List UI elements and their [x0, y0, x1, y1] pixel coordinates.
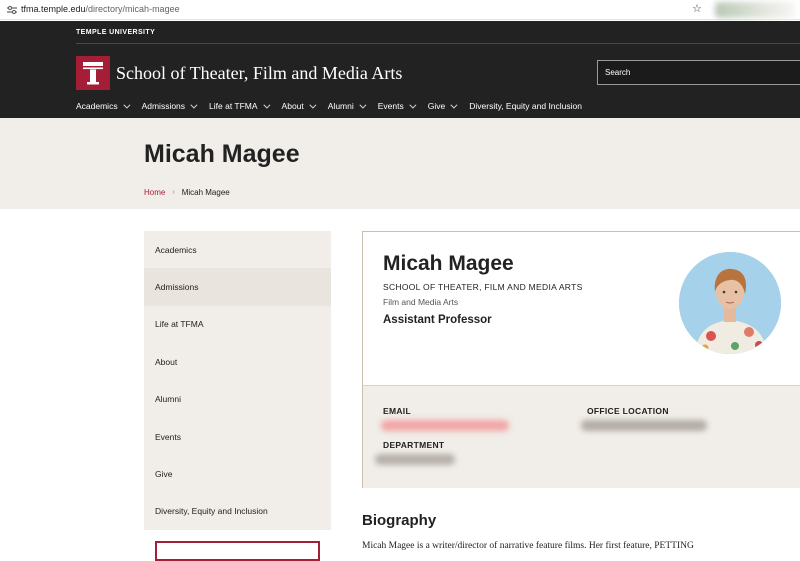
- nav-item-label: Life at TFMA: [209, 101, 258, 111]
- temple-t-logo[interactable]: [76, 56, 110, 90]
- nav-item-label: Admissions: [141, 101, 186, 111]
- breadcrumb: Home › Micah Magee: [144, 188, 230, 197]
- url-path: /directory/micah-magee: [85, 4, 180, 14]
- tune-icon[interactable]: [6, 4, 18, 16]
- nav-item-events[interactable]: Events: [377, 101, 417, 111]
- office-location-redacted: [581, 420, 707, 431]
- chevron-down-icon: [309, 101, 317, 109]
- breadcrumb-current: Micah Magee: [181, 188, 230, 197]
- nav-item-label: Give: [427, 101, 446, 111]
- chevron-down-icon: [409, 101, 417, 109]
- chevron-down-icon: [359, 101, 367, 109]
- nav-item-label: Academics: [76, 101, 118, 111]
- school-name[interactable]: School of Theater, Film and Media Arts: [116, 63, 402, 84]
- sidebar-item-about[interactable]: About: [144, 343, 331, 380]
- site-header: TEMPLE UNIVERSITY School of Theater, Fil…: [0, 21, 800, 118]
- nav-item-academics[interactable]: Academics: [76, 101, 131, 111]
- profile-card: Micah Magee SCHOOL OF THEATER, FILM AND …: [362, 231, 800, 488]
- email-label: EMAIL: [383, 406, 411, 416]
- nav-item-label: Diversity, Equity and Inclusion: [469, 101, 582, 111]
- sidebar-nav: Academics Admissions Life at TFMA About …: [144, 231, 331, 530]
- chevron-down-icon: [122, 101, 131, 109]
- browser-url-bar[interactable]: tfma.temple.edu/directory/micah-magee ☆: [0, 0, 800, 20]
- search-box[interactable]: [597, 60, 800, 85]
- email-value-redacted[interactable]: [381, 420, 509, 431]
- url-text[interactable]: tfma.temple.edu/directory/micah-magee: [21, 3, 180, 16]
- page-hero: Micah Magee Home › Micah Magee: [0, 118, 800, 209]
- profile-school: SCHOOL OF THEATER, FILM AND MEDIA ARTS: [383, 282, 583, 292]
- main-nav: Academics Admissions Life at TFMA About …: [76, 99, 596, 113]
- nav-item-admissions[interactable]: Admissions: [141, 101, 198, 111]
- nav-item-dei[interactable]: Diversity, Equity and Inclusion: [469, 101, 582, 111]
- sidebar-item-admissions[interactable]: Admissions: [144, 268, 331, 306]
- university-label[interactable]: TEMPLE UNIVERSITY: [76, 29, 155, 36]
- sidebar-outlined-button[interactable]: [155, 541, 320, 561]
- office-location-label: OFFICE LOCATION: [587, 406, 669, 416]
- nav-item-label: About: [281, 101, 304, 111]
- profile-name: Micah Magee: [383, 252, 514, 275]
- blurred-extension-area: [715, 2, 795, 18]
- profile-contact-details: EMAIL OFFICE LOCATION DEPARTMENT: [363, 385, 800, 488]
- header-divider: [76, 43, 800, 44]
- chevron-down-icon: [262, 101, 270, 109]
- nav-item-label: Events: [377, 101, 404, 111]
- nav-item-alumni[interactable]: Alumni: [327, 101, 367, 111]
- nav-item-about[interactable]: About: [281, 101, 317, 111]
- breadcrumb-home-link[interactable]: Home: [144, 188, 165, 197]
- star-icon[interactable]: ☆: [692, 2, 702, 16]
- sidebar-item-life-at-tfma[interactable]: Life at TFMA: [144, 306, 331, 343]
- department-label: DEPARTMENT: [383, 440, 445, 450]
- search-input[interactable]: [598, 61, 800, 84]
- nav-item-give[interactable]: Give: [427, 101, 458, 111]
- avatar: [679, 252, 781, 354]
- chevron-down-icon: [190, 101, 198, 109]
- chevron-down-icon: [450, 101, 458, 109]
- sidebar-item-dei[interactable]: Diversity, Equity and Inclusion: [144, 493, 331, 530]
- sidebar-item-alumni[interactable]: Alumni: [144, 381, 331, 418]
- profile-header: Micah Magee SCHOOL OF THEATER, FILM AND …: [363, 232, 800, 385]
- department-value-redacted: [375, 454, 455, 465]
- nav-item-label: Alumni: [327, 101, 354, 111]
- nav-item-life-at-tfma[interactable]: Life at TFMA: [209, 101, 270, 111]
- url-host: tfma.temple.edu: [21, 4, 86, 14]
- profile-job-title: Assistant Professor: [383, 314, 492, 326]
- biography-heading: Biography: [362, 512, 437, 529]
- biography-text: Micah Magee is a writer/director of narr…: [362, 541, 694, 551]
- sidebar-item-academics[interactable]: Academics: [144, 231, 331, 268]
- page-title: Micah Magee: [144, 140, 300, 168]
- sidebar-item-events[interactable]: Events: [144, 418, 331, 455]
- sidebar-item-give[interactable]: Give: [144, 455, 331, 492]
- profile-department: Film and Media Arts: [383, 297, 459, 307]
- chevron-right-icon: ›: [172, 189, 175, 196]
